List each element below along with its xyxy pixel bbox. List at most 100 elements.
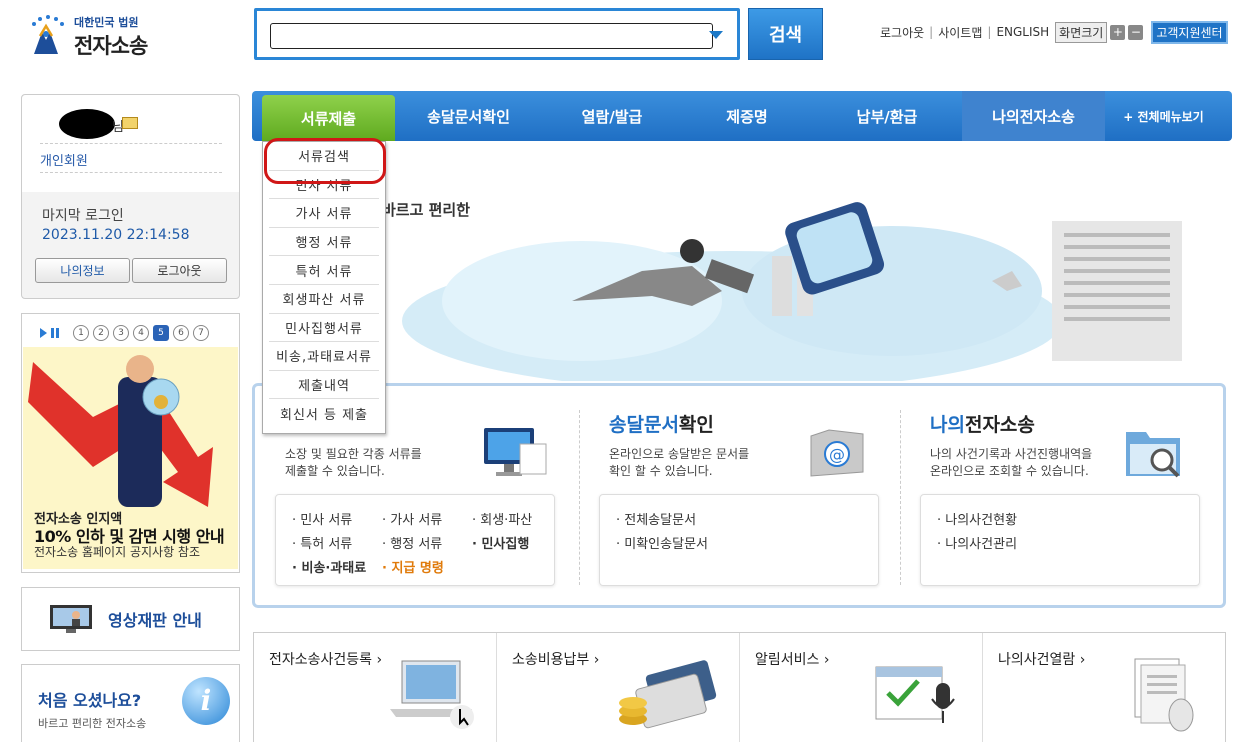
link-patent[interactable]: · 특허 서류 (292, 533, 352, 552)
folder-search-icon (1126, 432, 1180, 478)
zoom-in-button[interactable]: + (1110, 24, 1126, 40)
redacted-username (59, 109, 115, 139)
video-trial-label: 영상재판 안내 (108, 611, 202, 630)
calendar-mic-icon (875, 666, 955, 723)
quick-case-view[interactable]: 나의사건열람 › (983, 633, 1225, 742)
monitor-person-icon (50, 605, 92, 633)
last-login-label: 마지막 로그인 (42, 208, 124, 224)
link-case-manage[interactable]: · 나의사건관리 (937, 533, 1017, 552)
nav-certificate[interactable]: 제증명 (682, 91, 812, 141)
nav-view-issue[interactable]: 열람/발급 (542, 91, 682, 141)
hero-banner: 바르고 편리한 (252, 141, 1232, 381)
hero-illustration (402, 202, 1182, 381)
site-logo[interactable]: 대한민국 법원 전자소송 (24, 10, 164, 62)
court-logo-icon (32, 15, 64, 54)
dropdown-item-admin[interactable]: 행정 서류 (269, 228, 379, 257)
col3-desc: 나의 사건기록과 사건진행내역을 온라인으로 조회할 수 있습니다. (930, 447, 1093, 478)
link-my-cases[interactable]: · 나의사건현황 (937, 509, 1017, 528)
panel-my-ecourt: 나의전자소송 나의 사건기록과 사건진행내역을 온라인으로 조회할 수 있습니다.… (900, 386, 1220, 605)
sitemap-link[interactable]: 사이트맵 (938, 24, 982, 41)
quick-links: 전자소송사건등록 › 소송비용납부 › 알림서비스 › 나의사건열람 › (253, 632, 1226, 742)
nav-delivery-check[interactable]: 송달문서확인 (395, 91, 542, 141)
svg-text:@: @ (829, 445, 845, 464)
dropdown-item-history[interactable]: 제출내역 (269, 371, 379, 400)
link-noncontentious[interactable]: · 비송·과태료 (292, 557, 366, 576)
link-civil[interactable]: · 민사 서류 (292, 509, 352, 528)
banner-page-2[interactable]: 2 (93, 325, 109, 341)
dropdown-item-rehab[interactable]: 회생파산 서류 (269, 285, 379, 314)
dropdown-item-patent[interactable]: 특허 서류 (269, 256, 379, 285)
banner-page-3[interactable]: 3 (113, 325, 129, 341)
dropdown-item-civil-exec[interactable]: 민사집행서류 (269, 314, 379, 343)
user-info-box: 님 개인회원 마지막 로그인 2023.11.20 22:14:58 나의정보 … (21, 94, 240, 299)
member-type: 개인회원 (40, 154, 88, 169)
logout-button[interactable]: 로그아웃 (132, 258, 227, 283)
logo-title: 전자소송 (74, 34, 148, 58)
col3-links: · 나의사건현황 · 나의사건관리 (920, 494, 1200, 586)
col3-title[interactable]: 나의전자소송 (930, 410, 1035, 437)
link-admin[interactable]: · 행정 서류 (382, 533, 442, 552)
col1-desc: 소장 및 필요한 각종 서류를 제출할 수 있습니다. (285, 447, 422, 478)
search-input[interactable] (270, 23, 713, 49)
link-payment-order[interactable]: · 지급 명령 (382, 557, 444, 576)
banner-page-7[interactable]: 7 (193, 325, 209, 341)
first-visit-banner[interactable]: 처음 오셨나요? 바르고 편리한 전자소송 i (21, 664, 240, 742)
banner-page-4[interactable]: 4 (133, 325, 149, 341)
notice-banner[interactable]: 1 2 3 4 5 6 7 전자소송 인지액 10% 인하 및 감면 시행 안내… (21, 313, 240, 573)
link-unread-delivery[interactable]: · 미확인송달문서 (616, 533, 708, 552)
zoom-label: 화면크기 (1055, 21, 1108, 43)
pause-icon[interactable] (51, 328, 59, 338)
logout-link[interactable]: 로그아웃 (880, 24, 924, 41)
first-visit-title: 처음 오셨나요? (38, 691, 142, 710)
quick-case-register[interactable]: 전자소송사건등록 › (254, 633, 497, 742)
banner-page-6[interactable]: 6 (173, 325, 189, 341)
top-links: 로그아웃 | 사이트맵 | ENGLISH 화면크기 + − 고객지원센터 (880, 20, 1228, 44)
dropdown-item-reply[interactable]: 회신서 등 제출 (269, 399, 379, 428)
link-civil-exec[interactable]: · 민사집행 (472, 533, 529, 552)
message-icon[interactable] (122, 117, 138, 129)
last-login-time: 2023.11.20 22:14:58 (42, 227, 190, 243)
quick-fee-payment[interactable]: 소송비용납부 › (497, 633, 740, 742)
col2-desc: 온라인으로 송달받은 문서를 확인 할 수 있습니다. (609, 447, 750, 478)
search-button[interactable]: 검색 (748, 8, 823, 60)
card-coins-icon (619, 660, 717, 729)
quick-alert-service[interactable]: 알림서비스 › (740, 633, 983, 742)
first-visit-subtitle: 바르고 편리한 전자소송 (38, 717, 147, 730)
highlight-annotation (264, 138, 386, 184)
nav-submit-docs[interactable]: 서류제출 (262, 95, 395, 141)
banner-line-3: 전자소송 홈페이지 공지사항 참조 (34, 545, 201, 559)
monitor-icon (484, 428, 547, 476)
col2-title[interactable]: 송달문서확인 (609, 410, 714, 437)
customer-support-button[interactable]: 고객지원센터 (1151, 20, 1228, 44)
link-all-delivery[interactable]: · 전체송달문서 (616, 509, 696, 528)
logo-org: 대한민국 법원 (74, 16, 139, 29)
english-link[interactable]: ENGLISH (996, 25, 1049, 39)
panel-delivery: 송달문서확인 온라인으로 송달받은 문서를 확인 할 수 있습니다. @ · 전체… (579, 386, 899, 605)
banner-page-5[interactable]: 5 (153, 325, 169, 341)
info-icon: i (182, 677, 230, 725)
search-box (254, 8, 740, 60)
link-rehab[interactable]: · 회생·파산 (472, 509, 532, 528)
col1-links: · 민사 서류 · 가사 서류 · 회생·파산 · 특허 서류 · 행정 서류 … (275, 494, 555, 586)
main-nav: 서류제출 송달문서확인 열람/발급 제증명 납부/환급 나의전자소송 + 전체메… (252, 91, 1232, 141)
quick-alert-service-label: 알림서비스 › (755, 652, 830, 668)
dropdown-item-family[interactable]: 가사 서류 (269, 199, 379, 228)
video-trial-banner[interactable]: 영상재판 안내 (21, 587, 240, 651)
nav-payment-refund[interactable]: 납부/환급 (812, 91, 962, 141)
email-folder-icon: @ (810, 429, 864, 477)
quick-fee-payment-label: 소송비용납부 › (512, 652, 600, 668)
hero-tagline: 바르고 편리한 (382, 201, 471, 219)
banner-page-1[interactable]: 1 (73, 325, 89, 341)
play-icon[interactable] (40, 328, 47, 338)
link-family[interactable]: · 가사 서류 (382, 509, 442, 528)
my-info-button[interactable]: 나의정보 (35, 258, 130, 283)
nav-all-menu[interactable]: + 전체메뉴보기 (1105, 91, 1222, 141)
chevron-down-icon[interactable] (709, 31, 723, 39)
nav-my-ecourt[interactable]: 나의전자소송 (962, 91, 1105, 141)
quick-case-register-label: 전자소송사건등록 › (269, 652, 383, 668)
document-mouse-icon (1134, 658, 1194, 732)
zoom-out-button[interactable]: − (1128, 24, 1144, 40)
dropdown-item-noncontentious[interactable]: 비송,과태료서류 (269, 342, 379, 371)
submit-docs-dropdown: 서류검색 민사 서류 가사 서류 행정 서류 특허 서류 회생파산 서류 민사집… (262, 141, 386, 434)
quick-case-view-label: 나의사건열람 › (998, 652, 1086, 668)
